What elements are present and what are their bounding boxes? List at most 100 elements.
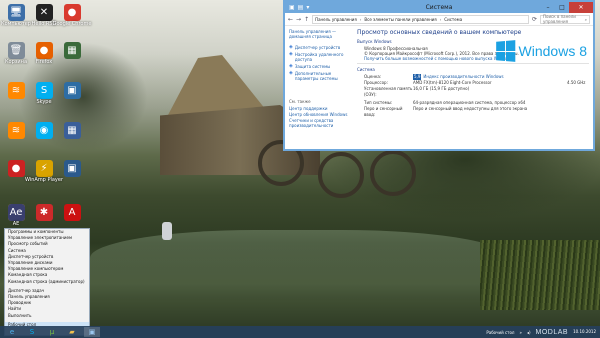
link-label: Диспетчер устройств — [294, 45, 341, 50]
system-tray: Рабочий стол » ◂) MODLAB 10.10.2012 — [486, 329, 600, 336]
app-icon: ◉ — [35, 122, 53, 139]
app-icon: ● — [63, 4, 81, 21]
windows-logo-text: Windows 8 — [518, 43, 587, 59]
breadcrumb-item[interactable]: Система — [444, 17, 462, 22]
desktop-icon-label: Корзина — [4, 59, 28, 65]
desktop-icon[interactable]: Ae AE — [0, 204, 32, 227]
performance-tools-link[interactable]: Счетчики и средства производительности — [289, 118, 349, 128]
volume-icon[interactable]: ◂) — [527, 330, 531, 335]
desktop-icon[interactable]: ● Google Chrome — [53, 4, 91, 27]
wallpaper-figure — [162, 222, 172, 240]
wallpaper-water-wheel — [370, 150, 416, 196]
window-titlebar[interactable]: ▣ ▤ ▾ Система – □ ✕ — [285, 2, 593, 13]
app-icon: ● — [35, 42, 53, 59]
app-icon: ▣ — [63, 160, 81, 177]
breadcrumb-item[interactable]: Панель управления — [315, 17, 357, 22]
app-icon: Ae — [7, 204, 25, 221]
wallpaper-water-wheel — [318, 152, 364, 198]
ie-icon[interactable]: e — [4, 327, 20, 337]
desktop-icon-label: WinAmp Player — [25, 177, 64, 183]
app-icon: ▣ — [63, 82, 81, 99]
desktop-icon[interactable]: ▦ — [56, 42, 88, 59]
back-icon[interactable]: ← — [288, 16, 293, 23]
search-input[interactable]: Поиск в панели управления ⌕ — [540, 14, 590, 24]
window-title: Система — [425, 4, 453, 11]
up-icon[interactable]: ↑ — [304, 16, 309, 23]
shield-icon: ◈ — [289, 63, 293, 69]
wallpaper-pond — [90, 230, 510, 300]
desktop-icon-label: Компьютер — [1, 21, 31, 27]
wallpaper-reeds — [480, 240, 600, 310]
link-label: Настройка удаленного доступа — [294, 52, 344, 62]
brand-watermark: MODLAB — [535, 328, 569, 336]
main-pane: Просмотр основных сведений о вашем компь… — [353, 26, 593, 149]
pen-touch-row: Перо и сенсорный ввод: Перо и сенсорный … — [357, 106, 589, 118]
pen-touch-value: Перо и сенсорный ввод недоступны для это… — [413, 106, 528, 111]
page-title: Просмотр основных сведений о вашем компь… — [357, 29, 522, 36]
ram-label: Установленная память (ОЗУ): — [364, 86, 413, 97]
chevron-right-icon: › — [359, 16, 362, 22]
search-icon: ⌕ — [584, 16, 587, 22]
system-window[interactable]: ▣ ▤ ▾ Система – □ ✕ ← → ↑ Панель управле… — [283, 0, 595, 151]
desktop-icon[interactable]: ▦ — [56, 122, 88, 139]
app-icon: ≋ — [7, 82, 25, 99]
windows-logo: Windows 8 — [495, 40, 587, 62]
link-label: Дополнительные параметры системы — [294, 71, 338, 81]
quick-link-menu: Программы и компоненты Управление электро… — [4, 228, 90, 336]
app-icon: A — [63, 204, 81, 221]
app-icon: ● — [7, 160, 25, 177]
control-panel-icon[interactable]: ▣ — [84, 327, 100, 337]
system-protection-link[interactable]: ◈ Защита системы — [289, 63, 349, 70]
desktop-icon-label: Firefox — [35, 59, 53, 65]
device-manager-link[interactable]: ◈ Диспетчер устройств — [289, 44, 349, 51]
clock[interactable]: 10.10.2012 — [573, 330, 596, 334]
app-icon: ✱ — [35, 204, 53, 221]
remote-settings-link[interactable]: ◈ Настройка удаленного доступа — [289, 51, 349, 63]
breadcrumb-item[interactable]: Все элементы панели управления — [364, 17, 436, 22]
wallpaper-mill-roof — [168, 55, 270, 115]
folder-icon[interactable]: ▰ — [64, 327, 80, 337]
link-label: Защита системы — [294, 64, 331, 69]
clock-date: 10.10.2012 — [573, 329, 596, 334]
app-icon: ▦ — [63, 42, 81, 59]
shield-icon: ◈ — [289, 70, 293, 76]
app-icon: 🖥 — [7, 4, 25, 21]
app-icon: ✕ — [35, 4, 53, 21]
desktop-icon[interactable]: ▣ — [56, 160, 88, 177]
app-icon: S — [35, 82, 53, 99]
taskbar: e S µ ▰ ▣ Рабочий стол » ◂) MODLAB 10.10… — [0, 326, 600, 338]
refresh-icon[interactable]: ⟳ — [532, 16, 537, 23]
shield-icon: ◈ — [289, 51, 293, 57]
advanced-settings-link[interactable]: ◈ Дополнительные параметры системы — [289, 70, 349, 82]
forward-icon[interactable]: → — [296, 16, 301, 23]
desktop-toolbar-label[interactable]: Рабочий стол — [486, 330, 514, 335]
app-icon: 🗑 — [7, 42, 25, 59]
see-also-heading: См. также — [289, 99, 311, 104]
ram-row: Установленная память (ОЗУ): 16,0 ГБ (15,… — [357, 86, 589, 98]
pen-touch-label: Перо и сенсорный ввод: — [364, 106, 403, 117]
app-icon: ≋ — [7, 122, 25, 139]
windows-flag-icon — [495, 40, 515, 62]
desktop-icon-label: Skype — [36, 99, 52, 105]
ram-value: 16,0 ГБ (15,9 ГБ доступно) — [413, 86, 470, 91]
experience-index-link[interactable]: Индекс производительности Windows — [423, 74, 503, 79]
left-pane: Панель управления — домашняя страница ◈ Д… — [285, 26, 353, 149]
skype-icon[interactable]: S — [24, 327, 40, 337]
chevron-right-icon: › — [439, 16, 442, 22]
desktop-icon[interactable]: A — [56, 204, 88, 221]
tray-chevron-icon[interactable]: » — [520, 330, 522, 335]
control-panel-home-link[interactable]: Панель управления — домашняя страница — [289, 29, 349, 39]
menu-item[interactable]: Командная строка (администратор) — [5, 279, 89, 285]
action-center-link[interactable]: Центр поддержки — [289, 106, 349, 111]
windows-update-link[interactable]: Центр обновления Windows — [289, 112, 349, 117]
system-heading: Система — [357, 67, 375, 72]
shield-icon: ◈ — [289, 44, 293, 50]
torrent-icon[interactable]: µ — [44, 327, 60, 337]
desktop-icon[interactable]: ▣ — [56, 82, 88, 99]
search-placeholder: Поиск в панели управления — [543, 14, 576, 24]
desktop-icon-label: Google Chrome — [52, 21, 92, 27]
divider — [357, 63, 589, 64]
address-bar[interactable]: Панель управления › Все элементы панели … — [312, 14, 529, 24]
app-icon: ⚡ — [35, 160, 53, 177]
desktop-icon-label: AE — [12, 221, 20, 227]
